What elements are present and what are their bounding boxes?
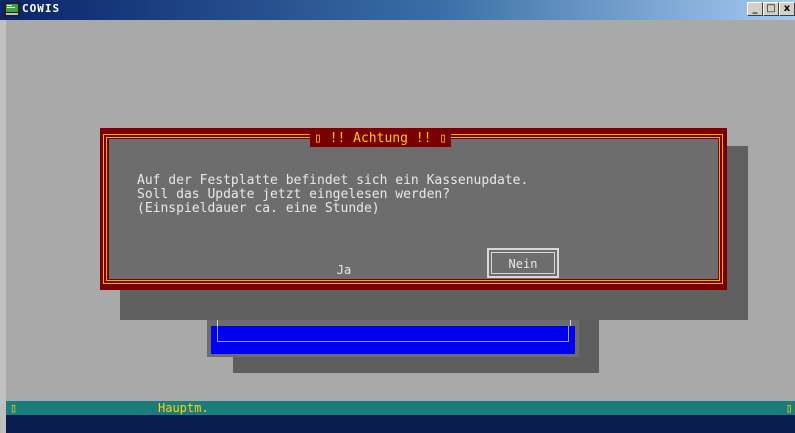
menu-selection-border [217, 326, 569, 342]
window-title: COWIS [22, 2, 61, 15]
status-bar: ▯ Hauptm. ▯ [6, 401, 795, 415]
close-button[interactable]: x [779, 2, 795, 16]
console-area: Auf der Festplatte befindet sich ein Kas… [6, 20, 795, 433]
no-button[interactable]: Nein [487, 248, 559, 278]
maximize-button[interactable]: □ [763, 2, 779, 16]
console-app-icon [4, 2, 20, 17]
menu-selection-bar [211, 326, 575, 354]
minimize-button[interactable]: _ [747, 2, 763, 16]
status-left-marker: ▯ [10, 401, 18, 415]
status-right-marker: ▯ [785, 401, 793, 415]
dialog-body: Auf der Festplatte befindet sich ein Kas… [109, 139, 718, 279]
yes-button[interactable]: Ja [319, 261, 369, 279]
confirm-dialog: Auf der Festplatte befindet sich ein Kas… [100, 128, 727, 290]
bottom-bar [6, 415, 795, 433]
window-title-bar[interactable]: COWIS _ □ x [0, 0, 795, 20]
dialog-title: ▯ !! Achtung !! ▯ [310, 131, 452, 147]
no-button-label: Nein [491, 252, 555, 274]
status-menu-label: Hauptm. [158, 401, 209, 415]
dialog-message: Auf der Festplatte befindet sich ein Kas… [137, 173, 529, 216]
